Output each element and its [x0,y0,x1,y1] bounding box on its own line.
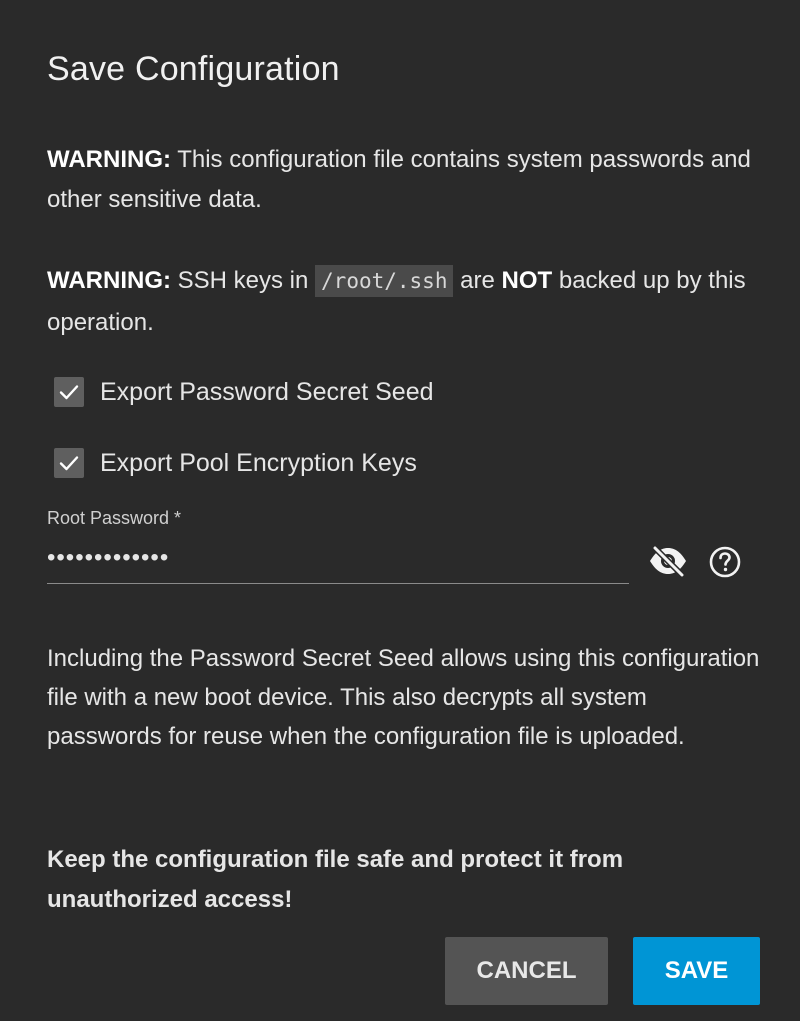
warning-text: SSH keys in [170,267,316,294]
safety-note: Keep the configuration file safe and pro… [47,846,624,913]
save-button[interactable]: SAVE [633,937,760,1005]
eye-off-icon[interactable] [648,545,688,577]
dialog-title: Save Configuration [47,50,340,88]
check-icon [59,456,79,471]
export-secret-seed-checkbox[interactable] [54,377,84,407]
not-emphasis: NOT [501,267,553,294]
root-password-input[interactable] [47,540,629,576]
warning-sensitive-data: WARNING: This configuration file contain… [47,140,762,220]
warning-ssh-keys: WARNING: SSH keys in /root/.ssh are NOT … [47,260,762,344]
root-password-underline [47,583,629,584]
secret-seed-info: Including the Password Secret Seed allow… [47,645,760,750]
export-pool-keys-row[interactable]: Export Pool Encryption Keys [54,448,417,478]
check-icon [59,385,79,400]
export-pool-keys-label[interactable]: Export Pool Encryption Keys [100,449,417,478]
export-secret-seed-row[interactable]: Export Password Secret Seed [54,377,434,407]
cancel-button[interactable]: CANCEL [445,937,608,1005]
export-secret-seed-label[interactable]: Export Password Secret Seed [100,378,434,407]
ssh-path-code: /root/.ssh [315,265,454,297]
root-password-label: Root Password * [47,508,182,528]
save-configuration-dialog: Save Configuration WARNING: This configu… [0,0,800,1021]
warning-label: WARNING: [47,146,171,173]
export-pool-keys-checkbox[interactable] [54,448,84,478]
warning-label: WARNING: [47,267,171,294]
help-circle-icon[interactable] [707,544,743,580]
warning-text: are [453,267,502,294]
